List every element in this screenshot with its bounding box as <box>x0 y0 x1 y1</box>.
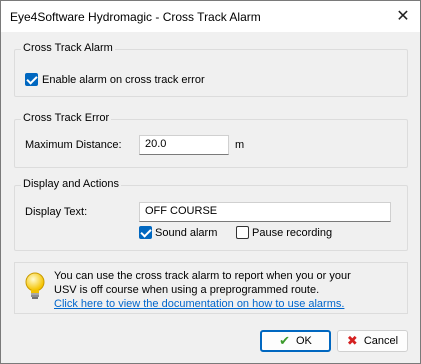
info-line-1: You can use the cross track alarm to rep… <box>54 270 351 282</box>
window-title: Eye4Software Hydromagic - Cross Track Al… <box>10 10 261 24</box>
ok-button-label: OK <box>296 335 312 347</box>
display-actions-group: Display and Actions Display Text: OFF CO… <box>14 178 408 251</box>
enable-alarm-checkbox[interactable] <box>25 73 38 86</box>
pause-recording-checkbox[interactable] <box>236 226 249 239</box>
enable-alarm-label: Enable alarm on cross track error <box>42 73 205 86</box>
checkmark-icon: ✔ <box>279 333 290 348</box>
close-icon: ✕ <box>396 8 410 25</box>
close-button[interactable]: ✕ <box>392 6 414 28</box>
x-icon: ✖ <box>346 333 358 348</box>
group-label-display-actions: Display and Actions <box>21 178 121 190</box>
cross-track-error-group: Cross Track Error Maximum Distance: 20.0… <box>14 112 408 168</box>
sound-alarm-option[interactable]: Sound alarm <box>139 226 217 239</box>
lightbulb-icon <box>24 272 46 305</box>
ok-button[interactable]: ✔ OK <box>260 330 331 352</box>
documentation-link[interactable]: Click here to view the documentation on … <box>54 297 394 311</box>
sound-alarm-checkbox[interactable] <box>139 226 152 239</box>
max-distance-input[interactable]: 20.0 <box>139 135 229 155</box>
info-line-2: USV is off course when using a preprogra… <box>54 284 320 296</box>
group-label-cross-track-alarm: Cross Track Alarm <box>21 42 115 54</box>
pause-recording-label: Pause recording <box>252 226 333 239</box>
cross-track-alarm-group: Cross Track Alarm Enable alarm on cross … <box>14 42 408 97</box>
max-distance-label: Maximum Distance: <box>25 139 122 151</box>
cancel-button[interactable]: ✖ Cancel <box>337 330 408 352</box>
display-text-input[interactable]: OFF COURSE <box>139 202 391 222</box>
distance-unit: m <box>235 139 245 151</box>
group-label-cross-track-error: Cross Track Error <box>21 112 112 124</box>
info-panel: You can use the cross track alarm to rep… <box>14 262 408 314</box>
cancel-button-label: Cancel <box>363 335 399 347</box>
title-bar: Eye4Software Hydromagic - Cross Track Al… <box>1 1 420 32</box>
dialog-window: Eye4Software Hydromagic - Cross Track Al… <box>0 0 421 364</box>
display-text-label: Display Text: <box>25 206 88 218</box>
enable-alarm-option[interactable]: Enable alarm on cross track error <box>25 73 205 86</box>
sound-alarm-label: Sound alarm <box>155 226 218 239</box>
info-text: You can use the cross track alarm to rep… <box>54 269 394 311</box>
pause-recording-option[interactable]: Pause recording <box>236 226 332 239</box>
